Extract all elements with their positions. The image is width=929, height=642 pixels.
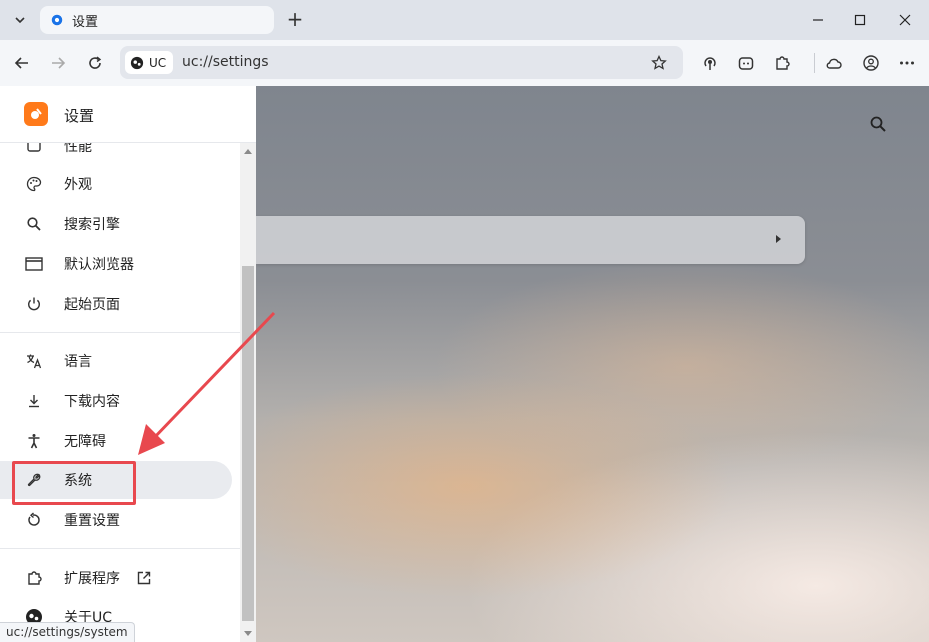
- bookmark-star-icon[interactable]: [649, 53, 669, 73]
- sidebar-item-extensions[interactable]: 扩展程序: [0, 559, 232, 597]
- sidebar-scrollbar[interactable]: [240, 143, 256, 642]
- uc-settings-logo-icon: [24, 102, 48, 126]
- sidebar-item-default-browser[interactable]: 默认浏览器: [0, 245, 232, 283]
- reset-icon: [24, 510, 44, 530]
- translate-icon: [24, 351, 44, 371]
- uc-site-chip[interactable]: UC: [125, 51, 173, 74]
- cast-icon[interactable]: [698, 51, 722, 75]
- scroll-down-arrow-icon[interactable]: [244, 631, 252, 636]
- close-icon[interactable]: [893, 8, 917, 32]
- sidebar-item-language[interactable]: 语言: [0, 342, 232, 380]
- scroll-thumb[interactable]: [242, 266, 254, 621]
- reload-icon[interactable]: [83, 51, 107, 75]
- sidebar-item-label: 无障碍: [64, 434, 106, 450]
- settings-main-content: [256, 86, 929, 642]
- sidebar-item-label: 重置设置: [64, 513, 120, 529]
- maximize-icon[interactable]: [848, 8, 872, 32]
- browser-window-icon: [24, 254, 44, 274]
- sidebar-item-label: 外观: [64, 177, 92, 193]
- accessibility-icon: [24, 431, 44, 451]
- sidebar-menu: 性能 外观 搜索引擎 默认浏览器 起始页面 语言 下载内容 无障碍 系统 重置设…: [0, 139, 240, 642]
- tab-settings[interactable]: 设置: [40, 6, 274, 34]
- sidebar-item-accessibility[interactable]: 无障碍: [0, 422, 232, 460]
- tab-title: 设置: [72, 14, 99, 30]
- external-link-icon: [136, 570, 152, 586]
- sidebar-item-search-engine[interactable]: 搜索引擎: [0, 205, 232, 243]
- highlight-box: [12, 461, 136, 505]
- sidebar-divider: [0, 548, 240, 549]
- back-arrow-icon[interactable]: [10, 51, 34, 75]
- tab-strip: 设置 +: [0, 0, 929, 40]
- power-icon: [24, 294, 44, 314]
- sidebar-item-label: 扩展程序: [64, 571, 120, 587]
- ai-assistant-icon[interactable]: [734, 51, 758, 75]
- search-settings-icon[interactable]: [867, 113, 889, 135]
- status-url-bubble: uc://settings/system: [0, 622, 135, 642]
- address-bar[interactable]: UC uc://settings: [120, 46, 683, 79]
- sidebar-item-label: 语言: [64, 354, 92, 370]
- chevron-right-icon: [776, 235, 781, 243]
- cloud-sync-icon[interactable]: [822, 51, 846, 75]
- profile-avatar-icon[interactable]: [859, 51, 883, 75]
- palette-icon: [24, 174, 44, 194]
- sidebar-item-downloads[interactable]: 下载内容: [0, 382, 232, 420]
- download-icon: [24, 391, 44, 411]
- uc-chip-label: UC: [149, 55, 167, 70]
- settings-sidebar: 设置 性能 外观 搜索引擎 默认浏览器 起始页面 语言 下载内容 无障碍 系统 …: [0, 86, 256, 642]
- new-tab-button[interactable]: +: [284, 7, 306, 31]
- sidebar-header: 设置: [0, 86, 256, 143]
- url-text[interactable]: uc://settings: [182, 54, 269, 70]
- sidebar-divider: [0, 332, 240, 333]
- sidebar-item-label: 搜索引擎: [64, 217, 120, 233]
- sidebar-item-reset[interactable]: 重置设置: [0, 501, 232, 539]
- more-menu-icon[interactable]: [895, 51, 919, 75]
- sidebar-item-label: 起始页面: [64, 297, 120, 313]
- tab-list-chevron-icon[interactable]: [8, 8, 32, 32]
- sidebar-item-label: 下载内容: [64, 394, 120, 410]
- settings-card[interactable]: [256, 216, 805, 264]
- sidebar-item-startup[interactable]: 起始页面: [0, 285, 232, 323]
- toolbar: UC uc://settings: [0, 40, 929, 86]
- search-icon: [24, 214, 44, 234]
- scroll-up-arrow-icon[interactable]: [244, 149, 252, 154]
- uc-logo-icon: [130, 56, 144, 69]
- toolbar-divider: [814, 53, 815, 73]
- minimize-icon[interactable]: [806, 8, 830, 32]
- sidebar-item-appearance[interactable]: 外观: [0, 165, 232, 203]
- extensions-puzzle-icon[interactable]: [770, 51, 794, 75]
- page-title: 设置: [64, 107, 95, 125]
- sidebar-item-label: 默认浏览器: [64, 257, 134, 273]
- gear-icon: [51, 14, 63, 26]
- puzzle-icon: [24, 568, 44, 588]
- forward-arrow-icon[interactable]: [46, 51, 70, 75]
